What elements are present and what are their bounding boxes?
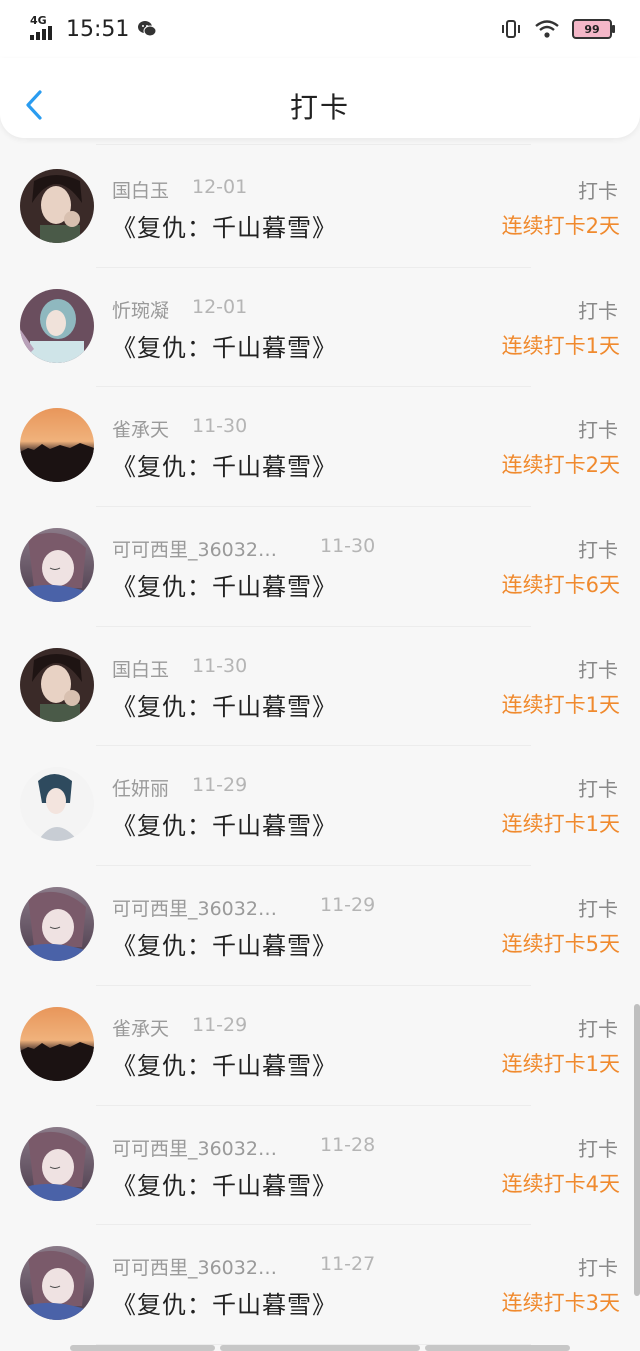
book-title[interactable]: 《复仇：千山暮雪》: [112, 1285, 337, 1320]
avatar[interactable]: [20, 408, 94, 483]
book-title[interactable]: 《复仇：千山暮雪》: [112, 806, 337, 841]
list-item[interactable]: 忻琬凝 12-01 《复仇：千山暮雪》 打卡 连续打卡1天: [0, 268, 640, 388]
page-title: 打卡: [289, 91, 350, 124]
streak-label: 连续打卡1天: [501, 812, 620, 837]
list-item[interactable]: 雀承天 11-29 《复仇：千山暮雪》 打卡 连续打卡1天: [0, 986, 640, 1106]
status-bar: 4G 15:51 99: [0, 0, 640, 58]
streak-label: 连续打卡1天: [501, 692, 620, 717]
book-title[interactable]: 《复仇：千山暮雪》: [112, 1166, 337, 1201]
cellular-signal-icon: 4G: [30, 14, 60, 42]
book-title[interactable]: 《复仇：千山暮雪》: [112, 328, 337, 363]
scrollbar[interactable]: [634, 1004, 640, 1296]
streak-label: 连续打卡4天: [501, 1171, 620, 1196]
avatar[interactable]: [20, 169, 94, 243]
avatar[interactable]: [20, 767, 94, 842]
bottom-indicator: [220, 1345, 420, 1351]
vibrate-icon: [502, 20, 520, 38]
book-title[interactable]: 《复仇：千山暮雪》: [112, 926, 337, 961]
wifi-icon: [535, 20, 559, 38]
list-item[interactable]: 可可西里_36032… 11-30 《复仇：千山暮雪》 打卡 连续打卡6天: [0, 507, 640, 627]
streak-label: 连续打卡2天: [501, 214, 620, 238]
bottom-indicator: [70, 1345, 215, 1351]
avatar[interactable]: [20, 1006, 94, 1081]
battery-icon: 99: [572, 19, 615, 39]
streak-label: 连续打卡1天: [501, 1051, 620, 1076]
book-title[interactable]: 《复仇：千山暮雪》: [112, 567, 337, 602]
list-item[interactable]: 可可西里_36032… 11-27 《复仇：千山暮雪》 打卡 连续打卡3天: [0, 1225, 640, 1345]
list-item[interactable]: 国白玉 12-01 《复仇：千山暮雪》 打卡 连续打卡2天: [0, 148, 640, 268]
list-item[interactable]: 可可西里_36032… 11-29 《复仇：千山暮雪》 打卡 连续打卡5天: [0, 866, 640, 986]
avatar[interactable]: [20, 1126, 94, 1201]
list-item[interactable]: 国白玉 11-30 《复仇：千山暮雪》 打卡 连续打卡1天: [0, 627, 640, 747]
streak-label: 连续打卡3天: [501, 1291, 620, 1316]
book-title[interactable]: 《复仇：千山暮雪》: [112, 687, 337, 722]
nav-bar: 打卡: [0, 58, 640, 138]
avatar[interactable]: [20, 647, 94, 722]
avatar[interactable]: [20, 288, 94, 363]
streak-label: 连续打卡6天: [501, 573, 620, 598]
list-item[interactable]: 可可西里_36032… 11-28 《复仇：千山暮雪》 打卡 连续打卡4天: [0, 1106, 640, 1226]
streak-label: 连续打卡2天: [501, 453, 620, 478]
book-title[interactable]: 《复仇：千山暮雪》: [112, 1046, 337, 1081]
list-item[interactable]: 任妍丽 11-29 《复仇：千山暮雪》 打卡 连续打卡1天: [0, 746, 640, 867]
streak-label: 连续打卡5天: [501, 932, 620, 957]
checkin-list: 国白玉 12-01 《复仇：千山暮雪》 打卡 连续打卡2天 忻琬凝 12-01 …: [0, 148, 640, 1345]
avatar[interactable]: [20, 887, 94, 962]
streak-label: 连续打卡1天: [501, 333, 620, 358]
avatar[interactable]: [20, 1246, 94, 1321]
book-title[interactable]: 《复仇：千山暮雪》: [112, 447, 337, 482]
divider: [96, 144, 531, 145]
avatar[interactable]: [20, 528, 94, 603]
bottom-indicator: [425, 1345, 570, 1351]
list-item[interactable]: 雀承天 11-30 《复仇：千山暮雪》 打卡 连续打卡2天: [0, 387, 640, 508]
book-title[interactable]: 《复仇：千山暮雪》: [112, 208, 337, 243]
status-time: 15:51: [66, 16, 130, 42]
wechat-icon: [138, 21, 157, 37]
